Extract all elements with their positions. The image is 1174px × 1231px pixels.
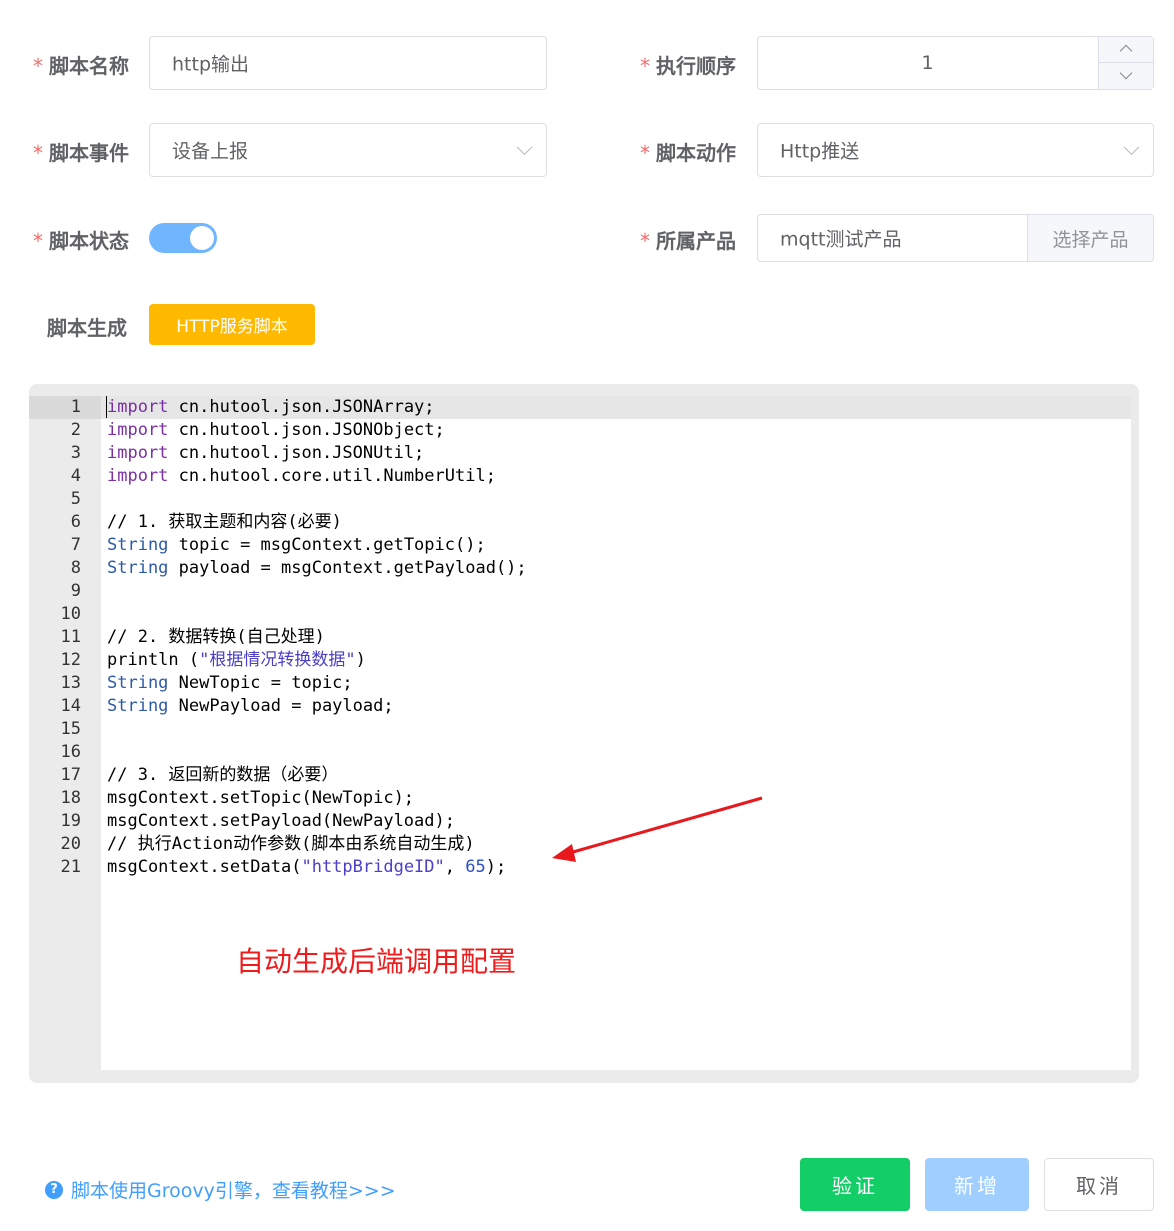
help-text: 脚本使用Groovy引擎，查看教程>>> (71, 1180, 396, 1202)
arrow-line (565, 796, 763, 856)
annotation-arrow (552, 796, 763, 862)
cancel-button[interactable]: 取消 (1044, 1158, 1154, 1211)
add-button[interactable]: 新增 (925, 1158, 1029, 1211)
verify-button[interactable]: 验证 (800, 1158, 910, 1211)
help-link[interactable]: ? 脚本使用Groovy引擎，查看教程>>> (45, 1176, 396, 1203)
arrow-head (552, 844, 576, 862)
question-circle-icon: ? (45, 1180, 63, 1199)
annotation-text: 自动生成后端调用配置 (236, 945, 517, 978)
